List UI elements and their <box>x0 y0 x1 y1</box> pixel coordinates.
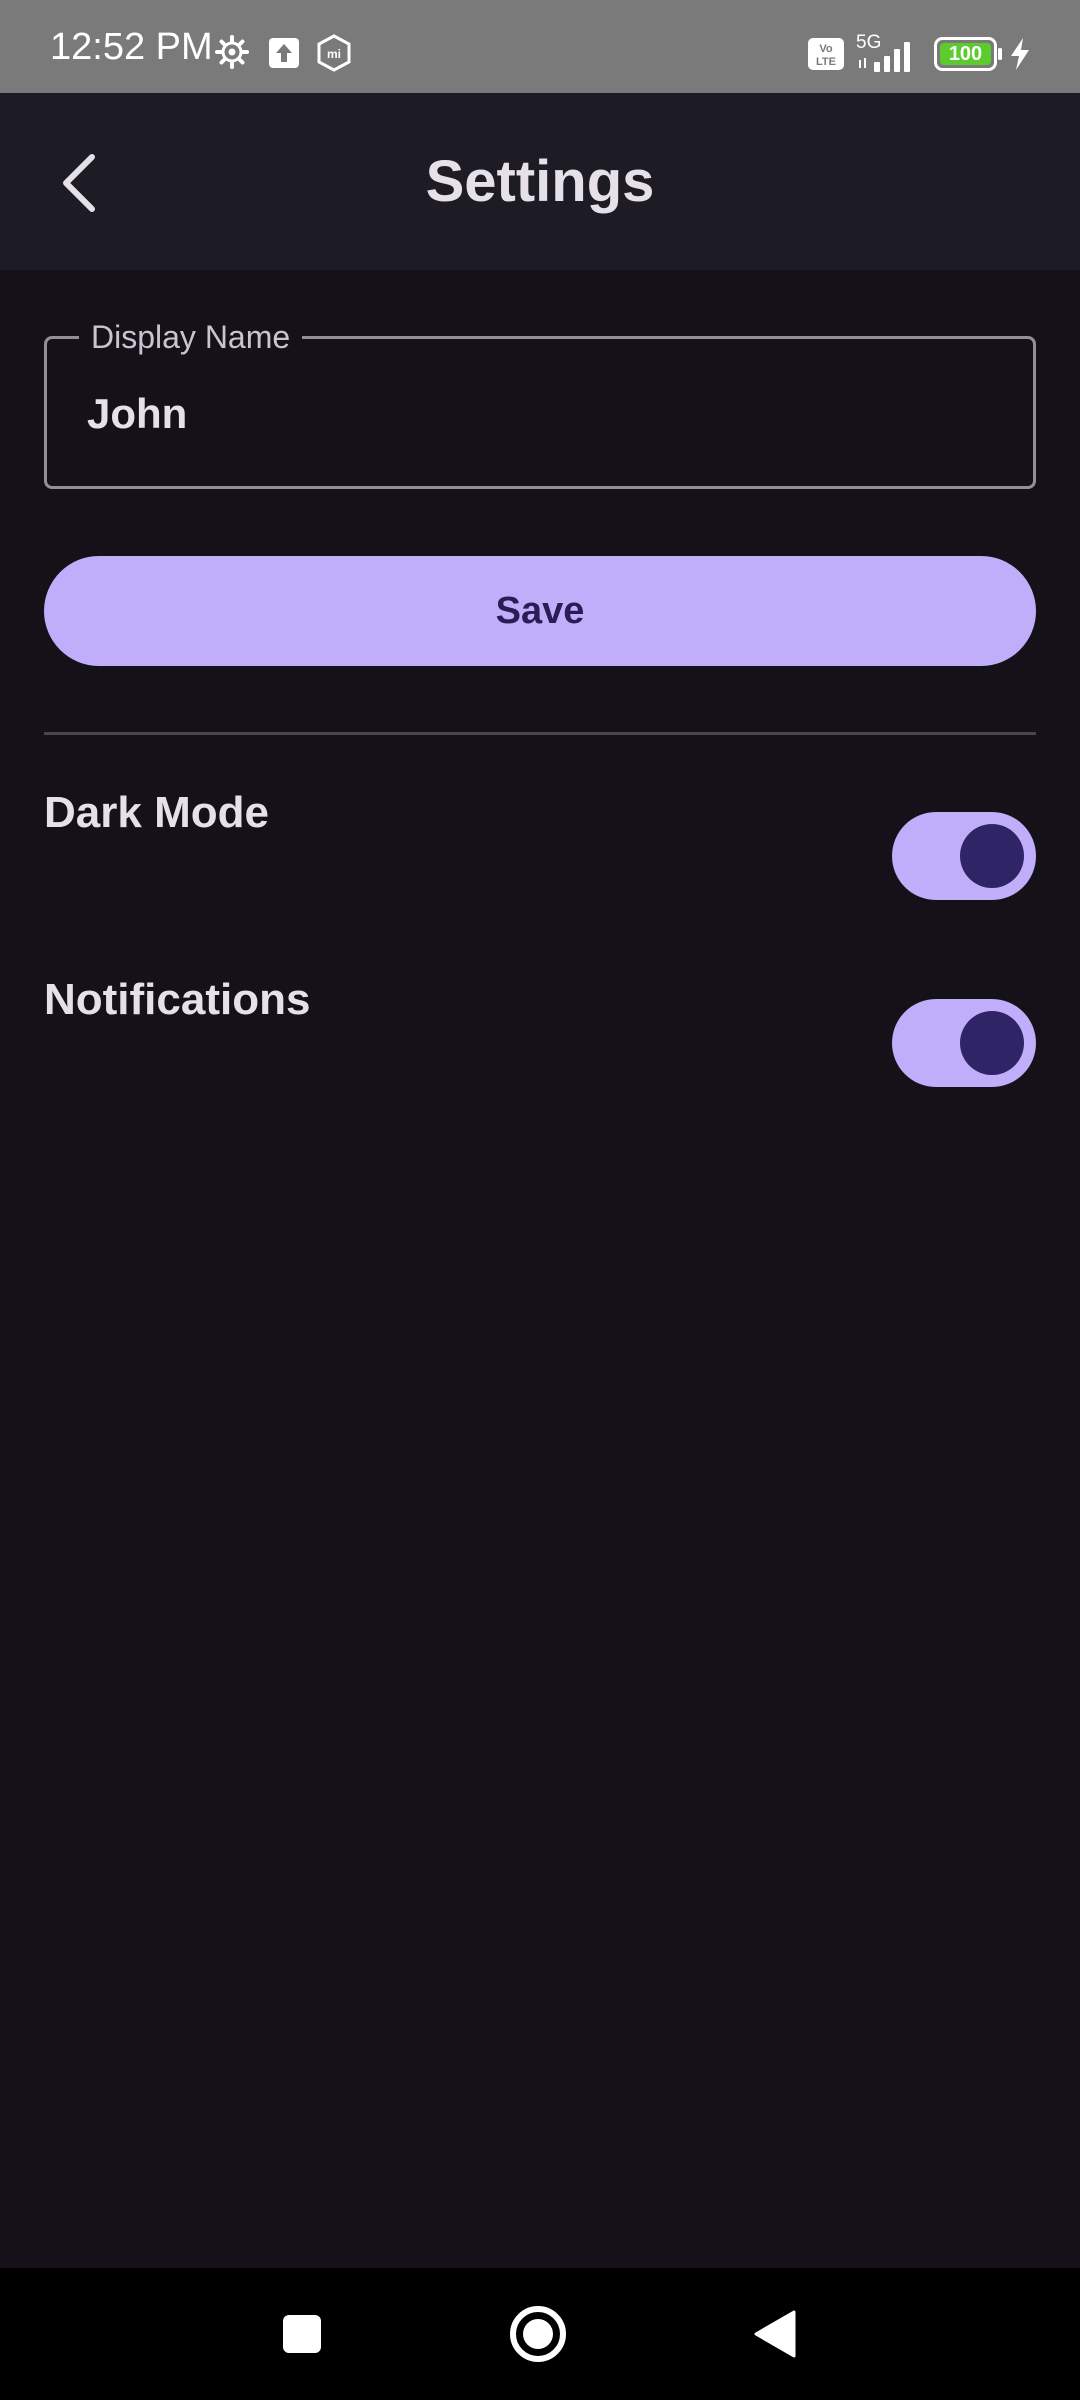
svg-text:mi: mi <box>327 47 341 61</box>
back-triangle-icon <box>754 2310 796 2358</box>
display-name-label: Display Name <box>79 317 303 357</box>
home-button[interactable] <box>508 2304 568 2364</box>
back-button[interactable] <box>40 133 140 233</box>
toggle-knob <box>960 1011 1024 1075</box>
chevron-left-icon <box>63 154 95 212</box>
status-time: 12:52 PM <box>50 26 213 68</box>
svg-text:Vo: Vo <box>819 43 833 55</box>
notifications-label: Notifications <box>44 975 311 1024</box>
divider <box>44 732 1036 735</box>
save-button[interactable]: Save <box>44 556 1036 666</box>
upload-icon <box>269 38 299 68</box>
dark-mode-toggle[interactable] <box>892 812 1036 900</box>
home-circle-icon <box>510 2306 566 2362</box>
battery-level: 100 <box>948 43 983 65</box>
settings-gear-icon <box>215 35 249 69</box>
status-bar: 12:52 PM mi Vo LTE 5G 100 <box>0 0 1080 93</box>
display-name-field[interactable]: Display Name <box>44 317 1036 489</box>
notifications-toggle[interactable] <box>892 999 1036 1087</box>
recents-square-icon <box>283 2315 321 2353</box>
volte-icon: Vo LTE <box>808 38 844 70</box>
signal-icon <box>859 42 910 72</box>
recents-button[interactable] <box>280 2312 324 2356</box>
toggle-knob <box>960 824 1024 888</box>
nav-back-button[interactable] <box>752 2308 798 2360</box>
mi-icon: mi <box>317 34 351 72</box>
app-bar: Settings <box>0 93 1080 270</box>
page-title: Settings <box>425 149 655 214</box>
dark-mode-label: Dark Mode <box>44 788 269 837</box>
charging-icon <box>1011 38 1029 70</box>
battery-icon: 100 <box>934 37 1004 71</box>
navigation-bar <box>0 2268 1080 2400</box>
display-name-input[interactable] <box>87 379 987 449</box>
svg-text:LTE: LTE <box>816 56 836 68</box>
